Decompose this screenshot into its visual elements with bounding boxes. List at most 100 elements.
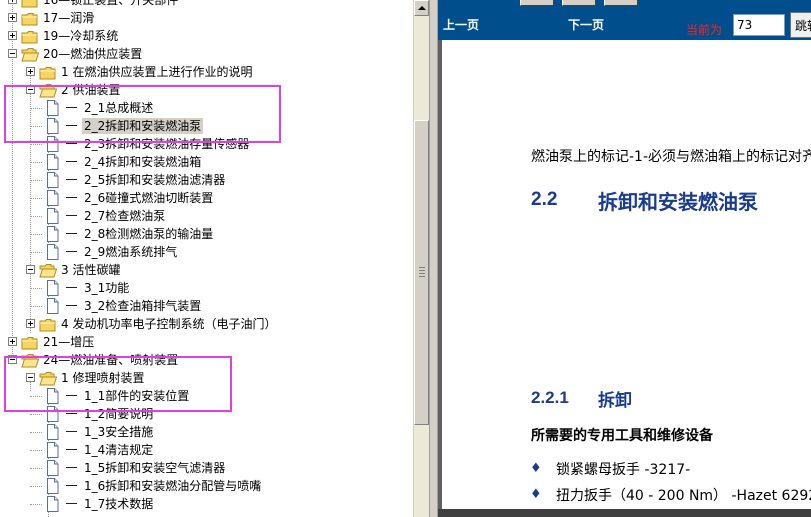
tree-doc-item[interactable]: 2_7检查燃油泵 xyxy=(0,207,413,225)
tree-doc-item[interactable]: 2_1总成概述 xyxy=(0,99,413,117)
tree-item-label[interactable]: 1_2简要说明 xyxy=(82,406,155,422)
tree-item-label[interactable]: 1_7技术数据 xyxy=(82,496,155,512)
tree-item-label[interactable]: 2_8检测燃油泵的输油量 xyxy=(82,226,215,242)
tree-item-label[interactable]: 17—润滑 xyxy=(41,10,96,26)
tree-doc-item[interactable]: 1_2简要说明 xyxy=(0,405,413,423)
tree-doc-item[interactable]: 2_6碰撞式燃油切断装置 xyxy=(0,189,413,207)
tree-folder-item[interactable]: 1 修理喷射装置 xyxy=(0,369,413,387)
tree-line xyxy=(30,432,42,433)
tree-item-label[interactable]: 21—增压 xyxy=(41,334,96,350)
tree-doc-item[interactable]: 1_4清洁规定 xyxy=(0,441,413,459)
collapse-minus-icon[interactable] xyxy=(26,265,35,274)
tree-doc-item[interactable]: 2_4拆卸和安装燃油箱 xyxy=(0,153,413,171)
jump-button[interactable]: 跳转 xyxy=(790,12,811,38)
tree-doc-item[interactable]: 1_6拆卸和安装燃油分配管与喷嘴 xyxy=(0,477,413,495)
dash-icon xyxy=(66,449,77,450)
tree-doc-item[interactable]: 2_3拆卸和安装燃油存量传感器 xyxy=(0,135,413,153)
expand-plus-icon[interactable] xyxy=(26,67,35,76)
tree-folder-item[interactable]: 4 发动机功率电子控制系统（电子油门） xyxy=(0,315,413,333)
tree-doc-item[interactable]: 3_1功能 xyxy=(0,279,413,297)
tree-scrollbar[interactable] xyxy=(413,0,429,517)
tree-folder-item[interactable]: 1 在燃油供应装置上进行作业的说明 xyxy=(0,63,413,81)
tree-item-label[interactable]: 19—冷却系统 xyxy=(41,28,120,44)
tree-item-label[interactable]: 3_1功能 xyxy=(82,280,131,296)
tree-item-label[interactable]: 2_4拆卸和安装燃油箱 xyxy=(82,154,203,170)
document-icon xyxy=(46,208,59,224)
tree-doc-item[interactable]: 2_9燃油系统排气 xyxy=(0,243,413,261)
tree-line xyxy=(30,306,42,307)
dash-icon xyxy=(66,233,77,234)
tree-item-label[interactable]: 2_1总成概述 xyxy=(82,100,155,116)
tree-item-label[interactable]: 4 发动机功率电子控制系统（电子油门） xyxy=(59,316,278,332)
dash-icon xyxy=(66,161,77,162)
tree-item-label[interactable]: 1_5拆卸和安装空气滤清器 xyxy=(82,460,227,476)
page-toolbar: 上一页 下一页 当前为 跳转 xyxy=(438,0,811,40)
scroll-up-arrow-icon[interactable] xyxy=(414,0,429,16)
tree-item-label[interactable]: 2_3拆卸和安装燃油存量传感器 xyxy=(82,136,251,152)
collapse-minus-icon[interactable] xyxy=(8,49,17,58)
document-icon xyxy=(46,460,59,476)
expand-plus-icon[interactable] xyxy=(8,31,17,40)
tree-item-label[interactable]: 20—燃油供应装置 xyxy=(41,46,144,62)
toolbar-button[interactable] xyxy=(520,0,554,6)
expand-plus-icon[interactable] xyxy=(26,319,35,328)
grip-icon xyxy=(419,267,425,277)
tree-doc-item[interactable]: 1_5拆卸和安装空气滤清器 xyxy=(0,459,413,477)
scroll-thumb[interactable] xyxy=(414,120,429,425)
next-page-link[interactable]: 下一页 xyxy=(568,16,604,33)
collapse-minus-icon[interactable] xyxy=(8,355,17,364)
tree-doc-item[interactable]: 2_2拆卸和安装燃油泵 xyxy=(0,117,413,135)
tree-folder-item[interactable]: 16—锁止装置、开关部件 xyxy=(0,0,413,9)
document-icon xyxy=(46,172,59,188)
tree-doc-item[interactable]: 1_3安全措施 xyxy=(0,423,413,441)
tree-item-label[interactable]: 2_6碰撞式燃油切断装置 xyxy=(82,190,215,206)
tree-item-label[interactable]: 24—燃油准备、喷射装置 xyxy=(41,352,180,368)
prev-page-link[interactable]: 上一页 xyxy=(443,16,479,33)
tree-item-label[interactable]: 2_5拆卸和安装燃油滤清器 xyxy=(82,172,227,188)
collapse-minus-icon[interactable] xyxy=(26,85,35,94)
tree-line xyxy=(30,288,42,289)
expand-plus-icon[interactable] xyxy=(8,13,17,22)
section-title: 拆卸和安装燃油泵 xyxy=(598,190,758,214)
section-number: 2.2 xyxy=(531,189,558,210)
tree-item-label[interactable]: 16—锁止装置、开关部件 xyxy=(41,0,180,8)
tree-doc-item[interactable]: 1_1部件的安装位置 xyxy=(0,387,413,405)
dash-icon xyxy=(66,503,77,504)
folder-open-icon xyxy=(39,263,58,278)
tree-folder-item[interactable]: 3 活性碳罐 xyxy=(0,261,413,279)
navigation-tree: 16—锁止装置、开关部件 17—润滑 19—冷却系统 20—燃油供应装置 1 在燃油供应… xyxy=(0,0,413,517)
tree-doc-item[interactable]: 2_5拆卸和安装燃油滤清器 xyxy=(0,171,413,189)
tree-item-label[interactable]: 1_3安全措施 xyxy=(82,424,155,440)
dash-icon xyxy=(66,413,77,414)
document-icon xyxy=(46,118,59,134)
tree-folder-item[interactable]: 24—燃油准备、喷射装置 xyxy=(0,351,413,369)
tree-folder-item[interactable]: 20—燃油供应装置 xyxy=(0,45,413,63)
tree-item-label[interactable]: 2_2拆卸和安装燃油泵 xyxy=(82,118,204,134)
toolbar-button[interactable] xyxy=(604,0,638,6)
tree-folder-item[interactable]: 21—增压 xyxy=(0,333,413,351)
expand-plus-icon[interactable] xyxy=(8,0,17,4)
subsection-title: 拆卸 xyxy=(598,391,632,411)
tree-item-label[interactable]: 1 在燃油供应装置上进行作业的说明 xyxy=(59,64,254,80)
tree-folder-item[interactable]: 19—冷却系统 xyxy=(0,27,413,45)
document-horizontal-scrollbar[interactable] xyxy=(438,509,811,517)
tree-doc-item[interactable]: 2_8检测燃油泵的输油量 xyxy=(0,225,413,243)
tree-folder-item[interactable]: 2 供油装置 xyxy=(0,81,413,99)
tree-item-label[interactable]: 2_7检查燃油泵 xyxy=(82,208,167,224)
page-number-input[interactable] xyxy=(733,14,785,36)
collapse-minus-icon[interactable] xyxy=(26,373,35,382)
tree-item-label[interactable]: 1 修理喷射装置 xyxy=(59,370,146,386)
tree-item-label[interactable]: 1_6拆卸和安装燃油分配管与喷嘴 xyxy=(82,478,263,494)
tree-item-label[interactable]: 1_1部件的安装位置 xyxy=(82,388,191,404)
expand-plus-icon[interactable] xyxy=(8,337,17,346)
pane-splitter[interactable] xyxy=(429,0,438,517)
tree-item-label[interactable]: 2 供油装置 xyxy=(59,82,122,98)
tree-doc-item[interactable]: 3_2检查油箱排气装置 xyxy=(0,297,413,315)
tree-item-label[interactable]: 3 活性碳罐 xyxy=(59,262,122,278)
tree-item-label[interactable]: 2_9燃油系统排气 xyxy=(82,244,179,260)
tree-item-label[interactable]: 3_2检查油箱排气装置 xyxy=(82,298,203,314)
tree-folder-item[interactable]: 17—润滑 xyxy=(0,9,413,27)
toolbar-button[interactable] xyxy=(562,0,596,6)
tree-doc-item[interactable]: 1_7技术数据 xyxy=(0,495,413,513)
tree-item-label[interactable]: 1_4清洁规定 xyxy=(82,442,155,458)
